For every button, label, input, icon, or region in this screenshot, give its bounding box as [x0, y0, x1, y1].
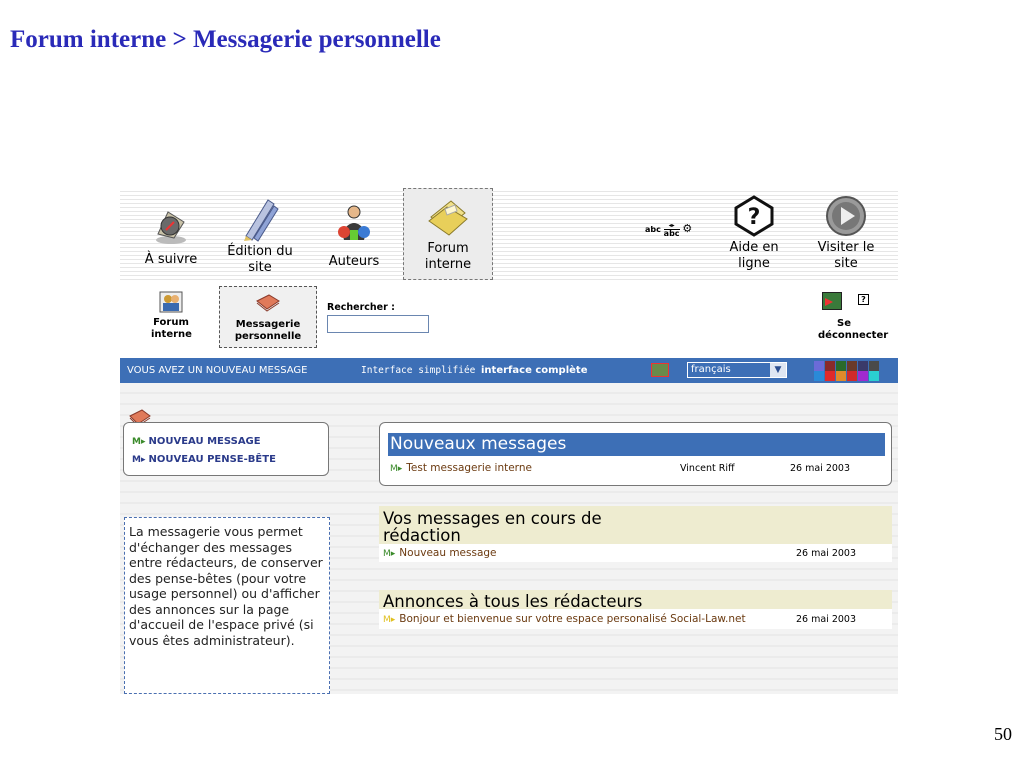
help-small-icon[interactable]: ?: [858, 294, 869, 305]
draft-date: 26 mai 2003: [796, 548, 857, 559]
screenshot-frame: À suivre Édition du site Auteurs Forum i…: [120, 188, 898, 694]
pencils-icon: [244, 199, 279, 242]
announcement-row[interactable]: M▸ Bonjour et bienvenue sur votre espace …: [379, 609, 892, 629]
main-toolbar: À suivre Édition du site Auteurs Forum i…: [120, 188, 898, 281]
new-message-link[interactable]: M▸ NOUVEAU MESSAGE: [132, 433, 320, 451]
language-select[interactable]: français ▼: [687, 362, 787, 378]
color-swatch[interactable]: [836, 371, 846, 381]
language-value: français: [691, 364, 731, 375]
page-number: 50: [994, 724, 1012, 744]
envelope-small-icon: [256, 294, 280, 312]
message-date: 26 mai 2003: [790, 463, 851, 474]
arrow-marker-icon: M▸: [383, 615, 396, 625]
logout-label: Se déconnecter: [818, 318, 889, 341]
toolbar-auteurs-label: Auteurs: [328, 254, 380, 269]
new-message-label: NOUVEAU MESSAGE: [148, 436, 261, 447]
message-author: Vincent Riff: [680, 463, 735, 474]
new-messages-panel: Nouveaux messages M▸ Test messagerie inte…: [379, 422, 892, 486]
toolbar-visiter-button[interactable]: Visiter le site: [808, 194, 884, 272]
search-label: Rechercher :: [327, 302, 395, 313]
abc-label: abc: [645, 225, 661, 234]
toolbar-edition-button[interactable]: Édition du site: [222, 196, 298, 276]
arrow-marker-icon: M▸: [132, 437, 146, 447]
announcement-title: Bonjour et bienvenue sur votre espace pe…: [399, 613, 746, 625]
draft-title-wrap: M▸ Nouveau message: [383, 547, 497, 559]
color-swatch[interactable]: [847, 361, 857, 371]
color-swatch[interactable]: [825, 361, 835, 371]
announcement-date: 26 mai 2003: [796, 614, 857, 625]
abc-spell-widget[interactable]: abc ◂▸ abc ⚙: [645, 222, 693, 238]
logout-button[interactable]: Se déconnecter: [804, 318, 889, 342]
envelope-icon: [428, 200, 468, 236]
message-title: Test messagerie interne: [406, 462, 532, 474]
arrow-marker-icon: M▸: [390, 464, 403, 474]
color-swatch[interactable]: [858, 371, 868, 381]
subnav-forum-label: Forum interne: [151, 317, 192, 340]
toolbar-forum-button[interactable]: Forum interne: [403, 188, 493, 280]
toolbar-auteurs-button[interactable]: Auteurs: [323, 202, 385, 269]
slide-title: Forum interne > Messagerie personnelle: [10, 26, 441, 53]
actions-box: M▸ NOUVEAU MESSAGE M▸ NOUVEAU PENSE-BÊTE: [123, 422, 329, 476]
full-interface-link[interactable]: interface complète: [481, 365, 587, 376]
toolbar-aide-button[interactable]: ? Aide en ligne: [720, 194, 788, 272]
svg-text:?: ?: [748, 205, 761, 230]
color-swatch[interactable]: [869, 371, 879, 381]
color-swatch[interactable]: [869, 361, 879, 371]
toolbar-aide-label: Aide en ligne: [729, 240, 779, 271]
subnav-messagerie-button[interactable]: Messagerie personnelle: [219, 286, 317, 348]
color-swatch[interactable]: [847, 371, 857, 381]
info-box: La messagerie vous permet d'échanger des…: [124, 517, 330, 694]
color-swatch[interactable]: [814, 371, 824, 381]
message-row[interactable]: M▸ Test messagerie interne: [390, 462, 532, 474]
abc-arrows-icon: ◂▸: [668, 222, 675, 229]
subnav-messagerie-label: Messagerie personnelle: [234, 319, 302, 342]
arrow-marker-icon: M▸: [383, 549, 396, 559]
compass-icon: [156, 211, 186, 244]
status-bar: VOUS AVEZ UN NOUVEAU MESSAGE Interface s…: [120, 358, 898, 383]
play-icon: [826, 196, 866, 236]
toolbar-edition-label: Édition du site: [227, 244, 293, 275]
toolbar-visiter-label: Visiter le site: [817, 240, 875, 271]
color-swatch[interactable]: [858, 361, 868, 371]
color-swatch[interactable]: [814, 361, 824, 371]
new-messages-heading: Nouveaux messages: [388, 433, 885, 456]
search-input[interactable]: [327, 315, 429, 333]
logout-icon[interactable]: [822, 292, 842, 310]
draft-title: Nouveau message: [399, 547, 497, 559]
abc-label-2: abc: [663, 229, 680, 238]
color-swatch[interactable]: [825, 371, 835, 381]
toolbar-forum-label: Forum interne: [424, 241, 472, 272]
new-reminder-label: NOUVEAU PENSE-BÊTE: [148, 454, 276, 465]
arrow-marker-icon: M▸: [132, 455, 146, 465]
simple-interface-link[interactable]: Interface simplifiée: [361, 365, 475, 376]
new-message-notice[interactable]: VOUS AVEZ UN NOUVEAU MESSAGE: [127, 365, 307, 376]
color-swatch[interactable]: [836, 361, 846, 371]
help-icon: ?: [734, 195, 774, 237]
new-reminder-link[interactable]: M▸ NOUVEAU PENSE-BÊTE: [132, 451, 320, 469]
users-icon: [159, 291, 183, 313]
image-toggle-icon[interactable]: [651, 363, 669, 377]
toolbar-a-suivre-label: À suivre: [144, 252, 198, 267]
gear-icon: ⚙: [682, 222, 693, 235]
authors-icon: [338, 205, 370, 240]
chevron-down-icon: ▼: [770, 363, 786, 377]
announcement-title-wrap: M▸ Bonjour et bienvenue sur votre espace …: [383, 613, 746, 625]
subnav-forum-button[interactable]: Forum interne: [142, 290, 200, 341]
sub-toolbar: Forum interne Messagerie personnelle Rec…: [120, 284, 898, 358]
content-area: M▸ NOUVEAU MESSAGE M▸ NOUVEAU PENSE-BÊTE L…: [120, 383, 898, 694]
toolbar-a-suivre-button[interactable]: À suivre: [134, 202, 208, 267]
draft-row[interactable]: M▸ Nouveau message 26 mai 2003: [379, 544, 892, 562]
drafts-heading: Vos messages en cours de rédaction: [379, 506, 892, 546]
